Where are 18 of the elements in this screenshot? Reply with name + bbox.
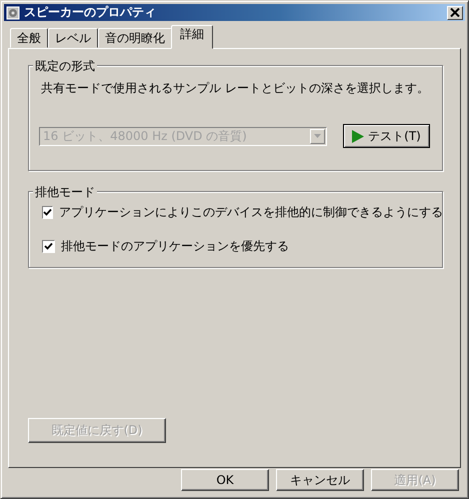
checkbox-label[interactable]: 排他モードのアプリケーションを優先する: [61, 238, 289, 254]
checkbox[interactable]: [42, 206, 53, 218]
dialog-button[interactable]: OK: [181, 469, 269, 491]
group-title: 排他モード: [33, 184, 97, 201]
description-text: 共有モードで使用されるサンプル レートとビットの深さを選択します。: [40, 80, 430, 97]
window-title: スピーカーのプロパティ: [24, 4, 157, 21]
checkbox-label[interactable]: アプリケーションによりこのデバイスを排他的に制御できるようにする: [59, 204, 443, 220]
play-icon: [352, 130, 364, 142]
test-button[interactable]: テスト(T): [343, 124, 430, 148]
dialog-button[interactable]: キャンセル: [276, 469, 364, 491]
close-icon: [450, 8, 460, 17]
close-button[interactable]: [447, 6, 463, 20]
checkbox[interactable]: [42, 240, 55, 252]
tab[interactable]: 全般: [10, 28, 48, 48]
tab[interactable]: レベル: [48, 28, 98, 48]
tab[interactable]: 詳細: [171, 25, 213, 49]
group-title: 既定の形式: [33, 58, 97, 75]
speaker-icon: [6, 6, 20, 20]
